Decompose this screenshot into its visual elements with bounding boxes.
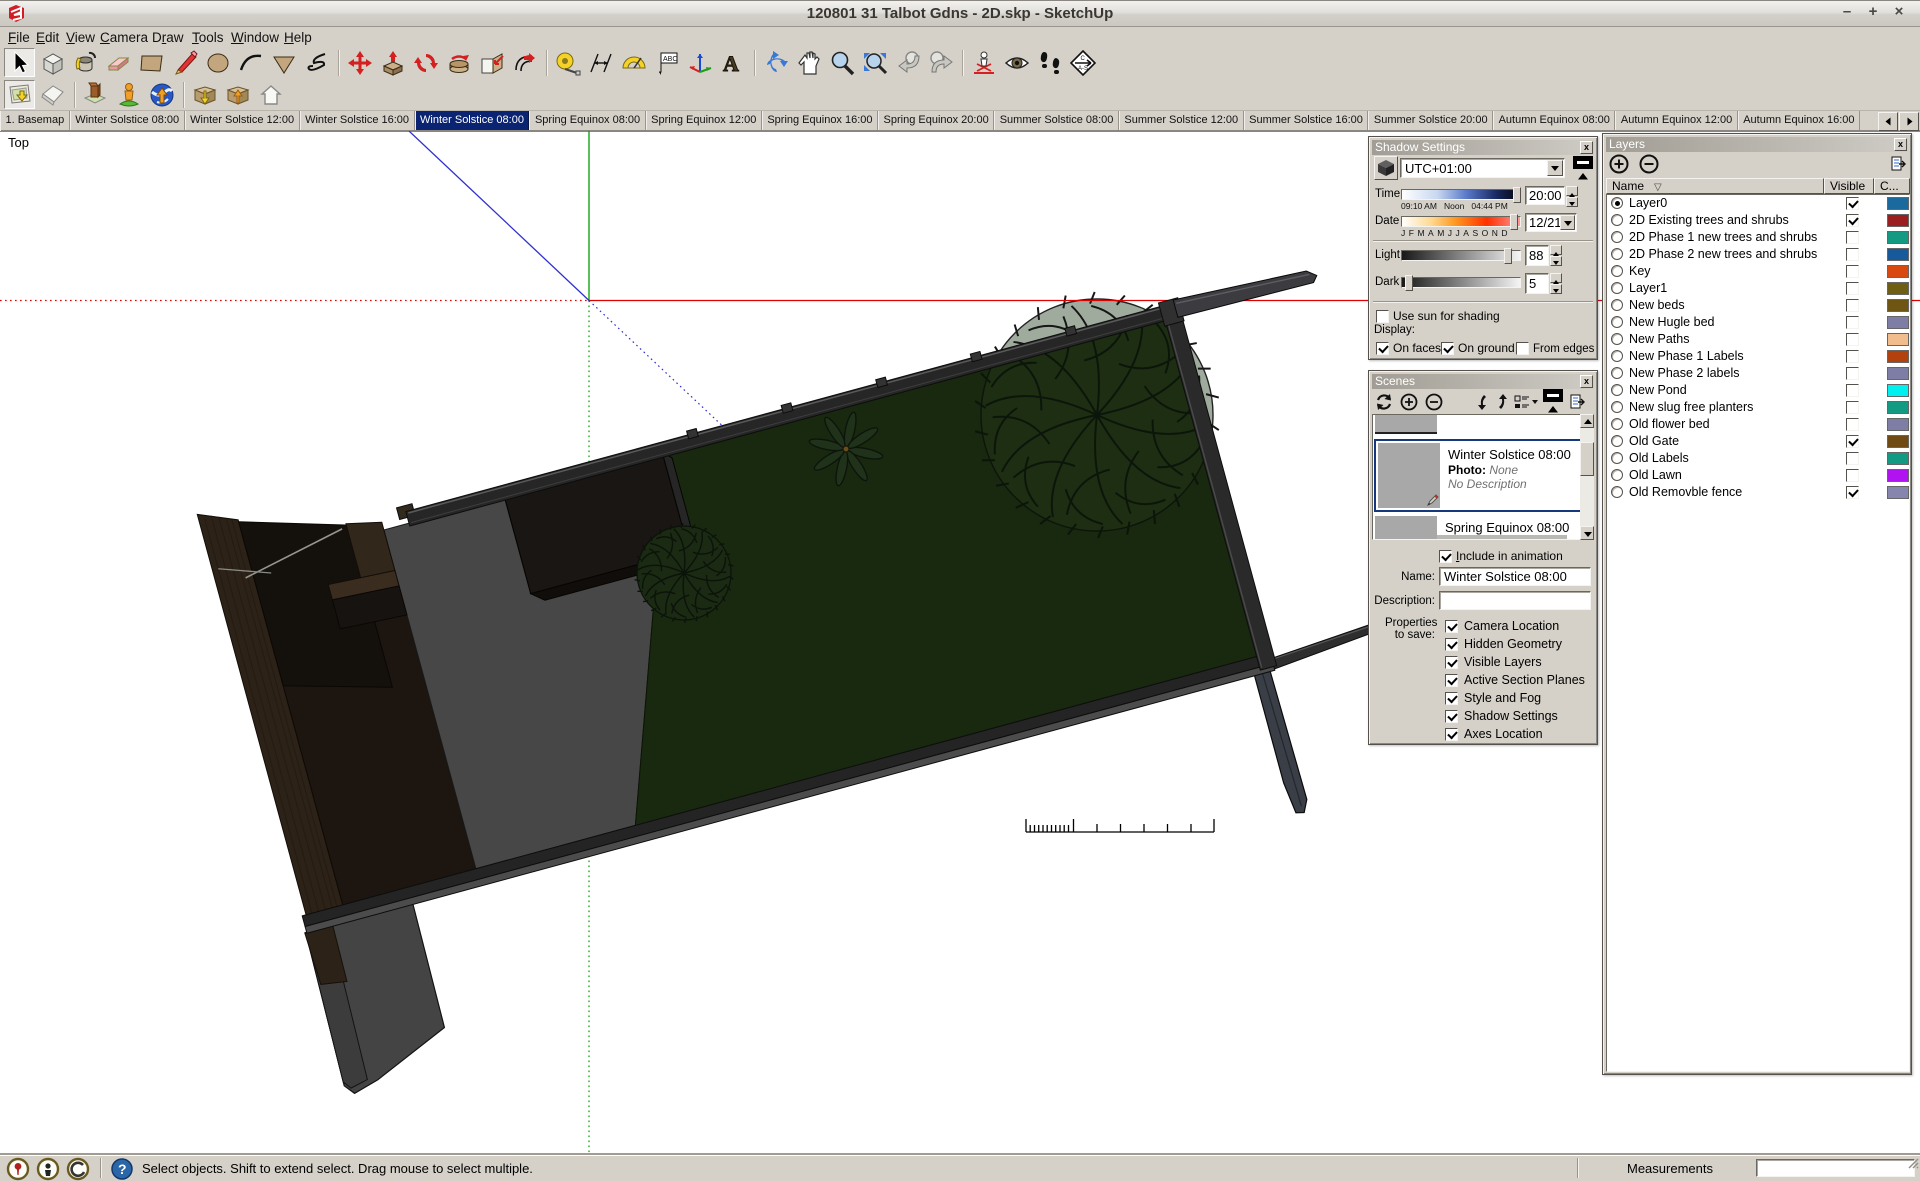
svg-text:C: C <box>1080 56 1085 62</box>
svg-text:A-S: A-S <box>1078 66 1088 72</box>
svg-text:?: ? <box>118 1161 127 1177</box>
svg-text:ABC: ABC <box>663 56 677 63</box>
svg-text:Top: Top <box>8 135 29 150</box>
svg-text:A: A <box>723 51 739 76</box>
